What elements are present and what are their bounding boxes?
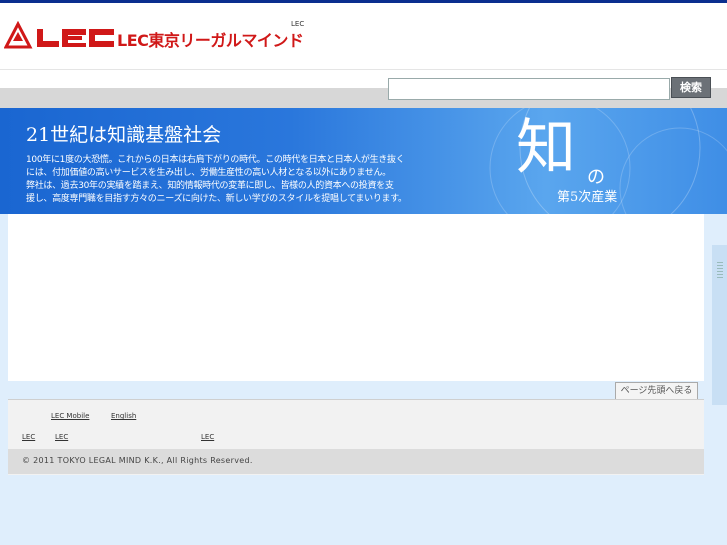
footer-link-lec[interactable]: LEC: [22, 433, 35, 441]
hero-banner: 21世紀は知識基盤社会 100年に1度の大恐慌。これからの日本は右肩下がりの時代…: [0, 108, 727, 214]
header-lec-link[interactable]: LEC: [291, 20, 304, 28]
footer-link[interactable]: [139, 433, 159, 442]
footer-link-mobile[interactable]: LEC Mobile: [51, 412, 89, 420]
footer-link[interactable]: [89, 433, 99, 442]
hero-title: 21世紀は知識基盤社会: [26, 124, 222, 146]
logo-company-name: LEC東京リーガルマインド: [117, 31, 304, 50]
search-button[interactable]: 検索: [671, 77, 711, 98]
copyright-text: © 2011 TOKYO LEGAL MIND K.K., All Rights…: [22, 456, 253, 465]
footer-link-lec[interactable]: LEC: [55, 433, 68, 441]
hero-text-line: 援し、高度専門職を目指す方々のニーズに向けた、新しい学びのスタイルを提唱してまい…: [26, 194, 407, 204]
hero-text-line: には、付加価値の高いサービスを生み出し、労働生産性の高い人材となる以外にありませ…: [26, 168, 391, 178]
footer-link-lec[interactable]: LEC: [201, 433, 214, 441]
hero-subtitle: 第5次産業: [557, 190, 618, 205]
footer-link[interactable]: [170, 433, 190, 442]
footer-link[interactable]: [22, 412, 40, 421]
main-content-area: [8, 214, 704, 381]
footer-link-english[interactable]: English: [111, 412, 136, 420]
page-top-button[interactable]: ページ先頭へ戻る: [615, 382, 698, 400]
search-input[interactable]: [388, 78, 670, 100]
drag-grip-icon[interactable]: [717, 262, 723, 278]
hero-text-line: 100年に1度の大恐慌。これからの日本は右肩下がりの時代。この時代を日本と日本人…: [26, 155, 405, 165]
hero-text-line: 弊社は、過去30年の実績を踏まえ、知的情報時代の変革に即し、皆様の人的資本への投…: [26, 181, 394, 191]
footer-link[interactable]: [112, 433, 128, 442]
hero-big-character: 知: [516, 113, 576, 183]
